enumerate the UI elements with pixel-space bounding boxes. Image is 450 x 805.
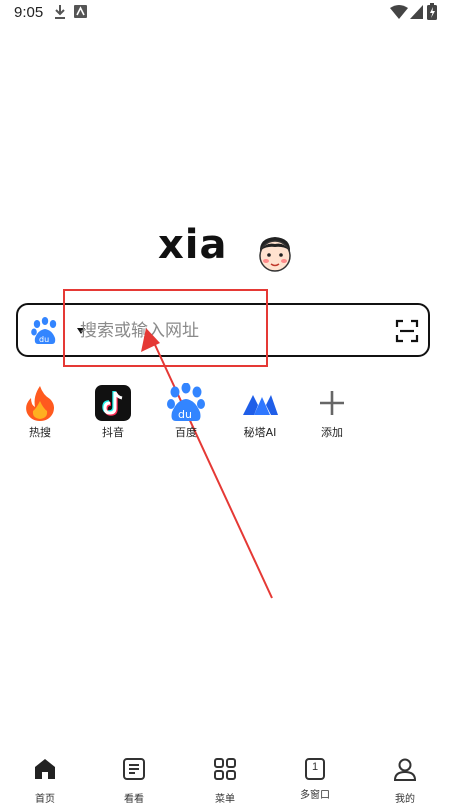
shortcut-douyin[interactable]: 抖音 xyxy=(83,383,143,440)
baidu-icon: du xyxy=(167,382,205,421)
nav-watch[interactable]: 看看 xyxy=(104,756,164,805)
nav-home[interactable]: 首页 xyxy=(15,756,75,805)
document-icon xyxy=(123,758,145,780)
nav-label: 看看 xyxy=(124,794,144,805)
shortcut-label: 百度 xyxy=(175,426,197,439)
signal-icon xyxy=(410,5,423,19)
svg-text:du: du xyxy=(178,408,192,421)
svg-text:du: du xyxy=(39,335,49,344)
bottom-nav: 首页 看看 菜单 1 多窗口 我的 xyxy=(0,752,450,805)
grid-icon xyxy=(214,758,236,780)
scan-icon[interactable] xyxy=(395,319,419,343)
nav-multi-window[interactable]: 1 多窗口 xyxy=(285,756,345,801)
shortcut-label: 抖音 xyxy=(102,426,124,439)
nav-menu[interactable]: 菜单 xyxy=(195,756,255,805)
nav-label: 多窗口 xyxy=(300,790,330,801)
logo-text: xia xyxy=(158,222,228,268)
plus-icon xyxy=(320,391,344,415)
nav-label: 菜单 xyxy=(215,794,235,805)
search-input[interactable] xyxy=(78,315,382,347)
shortcut-baidu[interactable]: du 百度 xyxy=(156,382,216,440)
shortcut-label: 添加 xyxy=(321,426,343,439)
nav-label: 我的 xyxy=(395,794,415,805)
battery-icon xyxy=(427,3,437,20)
cartoon-face-icon xyxy=(259,237,291,272)
status-bar: 9:05 xyxy=(0,0,450,26)
nav-label: 首页 xyxy=(35,794,55,805)
shortcut-label: 热搜 xyxy=(29,426,51,439)
wifi-icon xyxy=(390,5,408,19)
shortcut-hot-search[interactable]: 热搜 xyxy=(10,383,70,440)
shortcut-add[interactable]: 添加 xyxy=(302,383,362,440)
download-icon xyxy=(55,5,65,19)
fire-icon xyxy=(26,386,54,421)
user-icon xyxy=(393,758,417,781)
window-count-badge: 1 xyxy=(311,761,319,773)
nav-mine[interactable]: 我的 xyxy=(375,756,435,805)
douyin-icon xyxy=(95,385,131,421)
shortcut-metaso-ai[interactable]: 秘塔AI xyxy=(230,383,290,440)
app-notification-icon xyxy=(74,5,87,18)
baidu-paw-icon: du xyxy=(31,317,57,344)
shortcut-label: 秘塔AI xyxy=(243,426,277,439)
search-bar: du xyxy=(16,303,430,357)
status-time: 9:05 xyxy=(14,4,44,21)
metaso-icon xyxy=(243,395,278,415)
window-icon: 1 xyxy=(302,756,328,782)
home-icon xyxy=(35,759,55,779)
